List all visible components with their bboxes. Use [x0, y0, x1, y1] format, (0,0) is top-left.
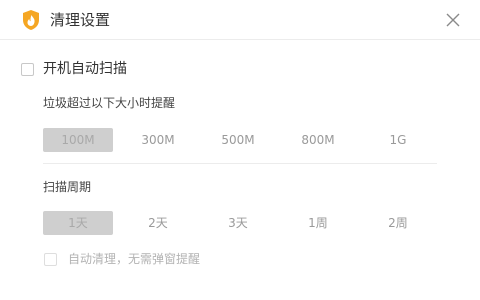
size-option-300m[interactable]: 300M	[123, 128, 193, 152]
period-option-1-day[interactable]: 1天	[43, 211, 113, 235]
flame-shield-icon	[23, 10, 39, 30]
period-option-1-week[interactable]: 1周	[283, 211, 353, 235]
size-option-800m[interactable]: 800M	[283, 128, 353, 152]
auto-clean-checkbox[interactable]	[44, 253, 57, 266]
section-divider	[43, 163, 437, 164]
size-option-500m[interactable]: 500M	[203, 128, 273, 152]
auto-scan-label[interactable]: 开机自动扫描	[43, 60, 127, 78]
auto-scan-checkbox[interactable]	[21, 63, 34, 76]
auto-clean-label[interactable]: 自动清理，无需弹窗提醒	[68, 251, 200, 267]
title-bar: 清理设置	[0, 0, 480, 40]
size-threshold-label: 垃圾超过以下大小时提醒	[43, 96, 176, 110]
period-option-2-weeks[interactable]: 2周	[363, 211, 433, 235]
size-option-100m[interactable]: 100M	[43, 128, 113, 152]
close-icon[interactable]	[442, 9, 464, 31]
size-option-1g[interactable]: 1G	[363, 128, 433, 152]
period-option-2-days[interactable]: 2天	[123, 211, 193, 235]
scan-period-label: 扫描周期	[43, 180, 92, 194]
window-title: 清理设置	[50, 11, 111, 29]
period-option-3-days[interactable]: 3天	[203, 211, 273, 235]
